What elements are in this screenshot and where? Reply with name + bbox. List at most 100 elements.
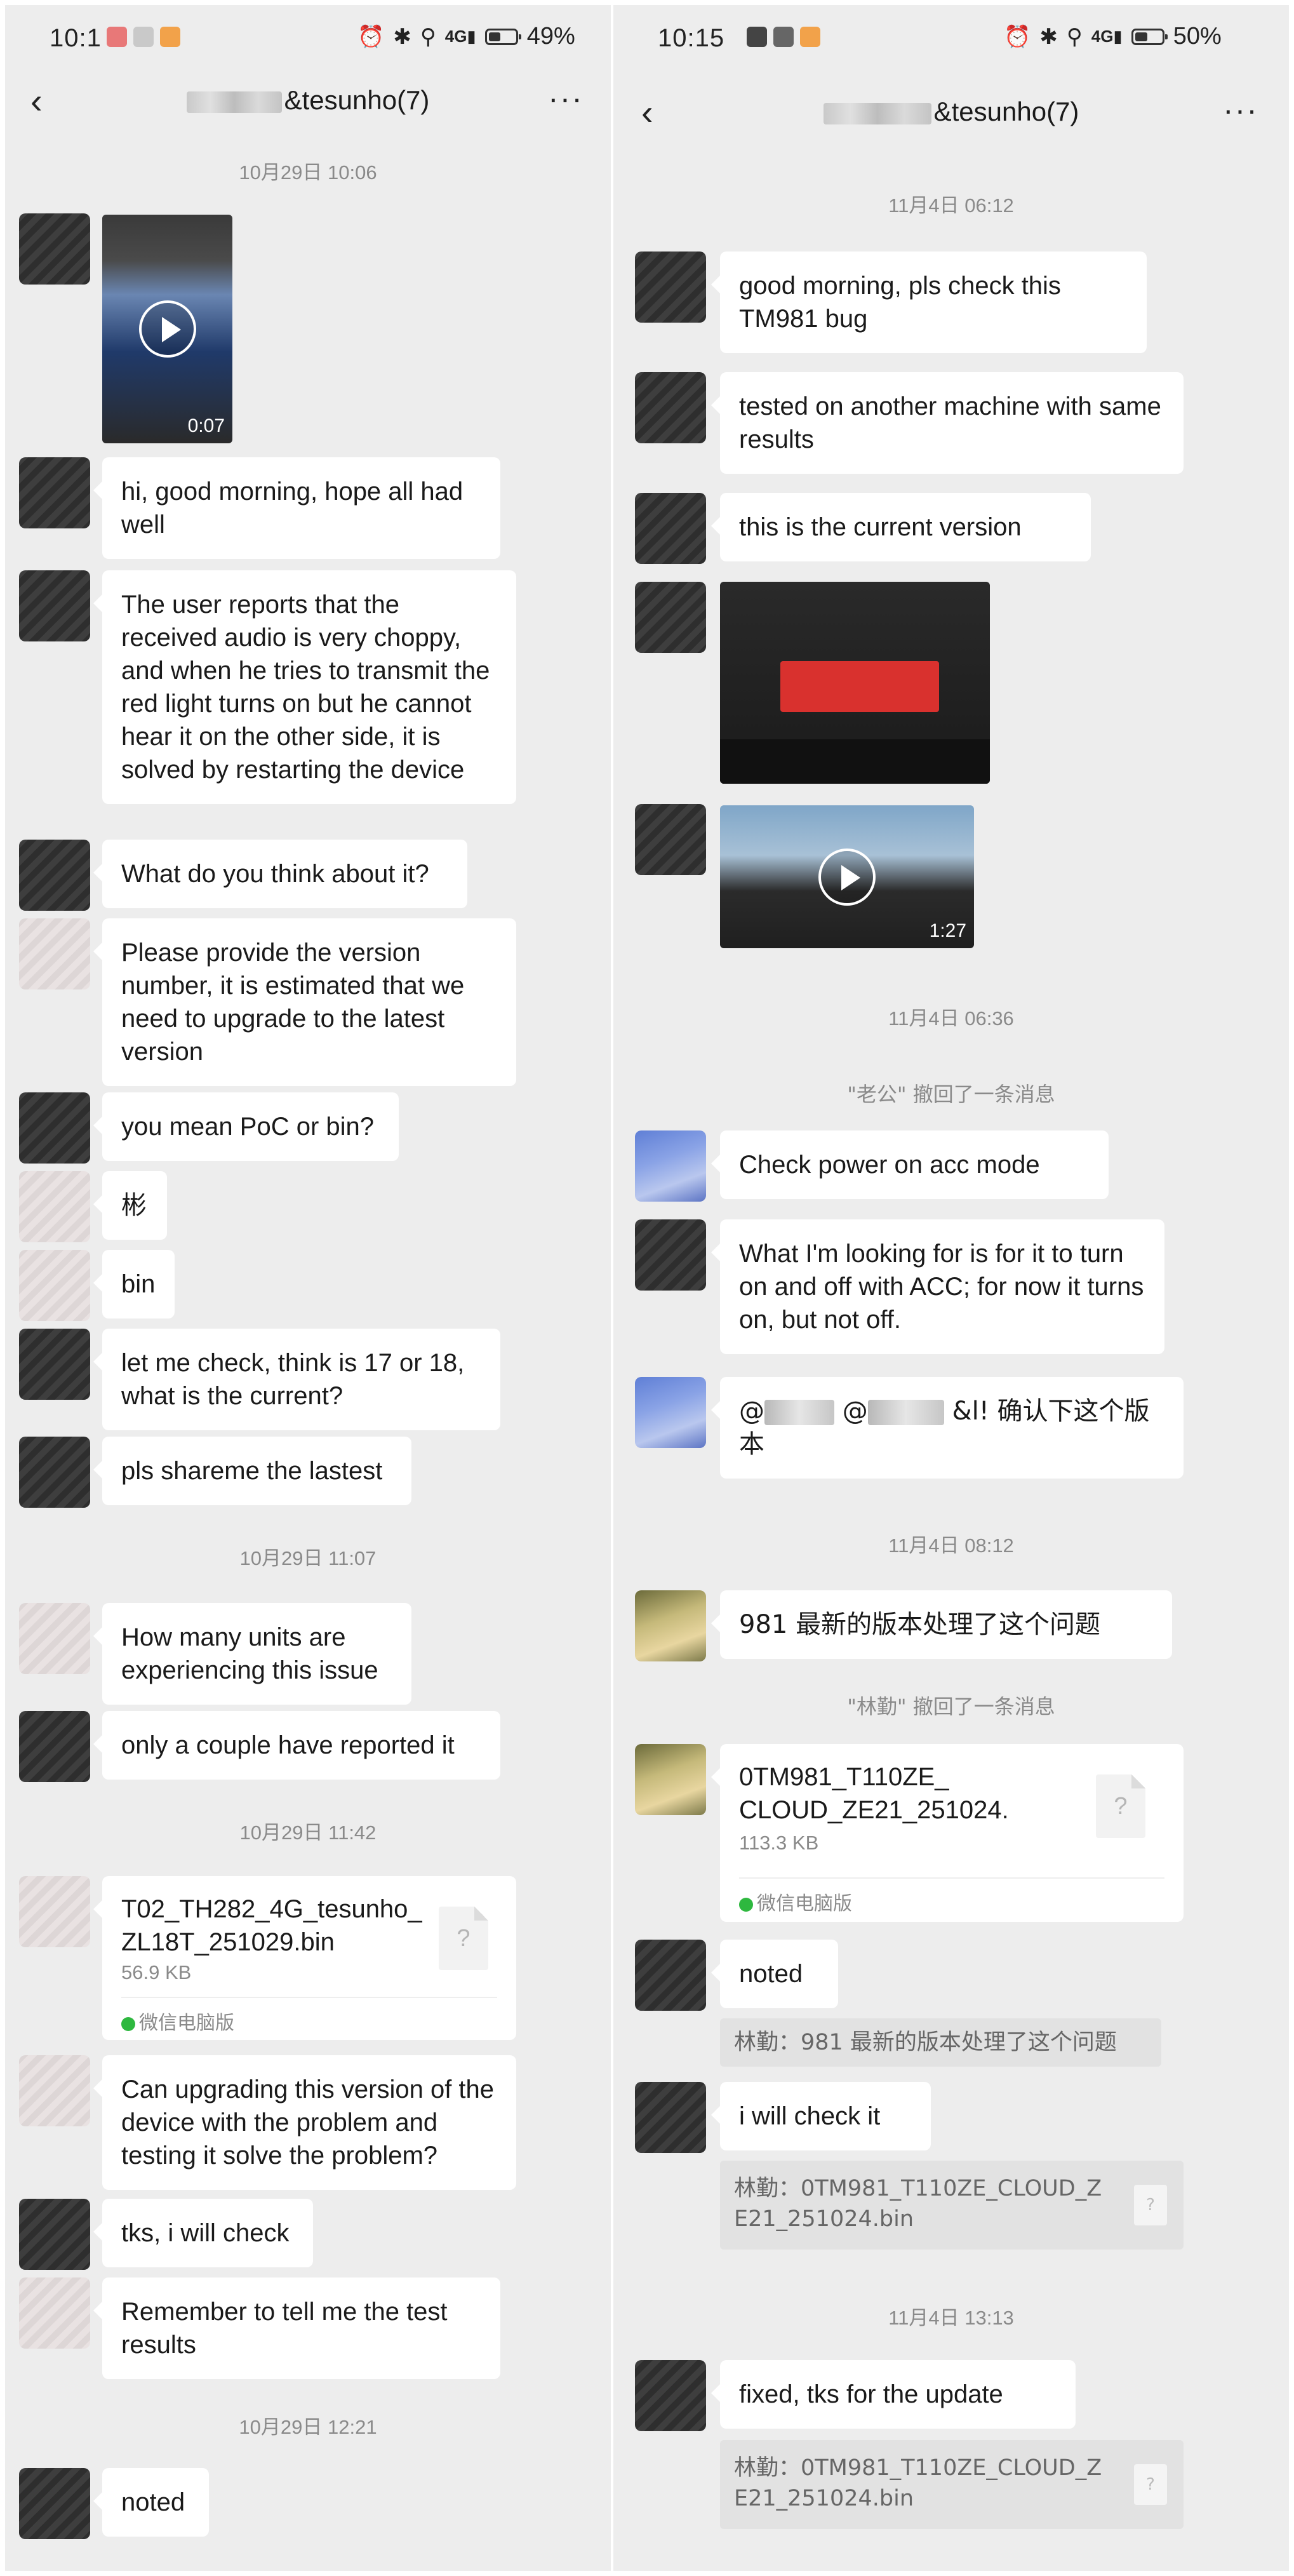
avatar[interactable] — [635, 1377, 706, 1448]
mention-at: @ — [842, 1397, 868, 1426]
file-name-line: 0TM981_T110ZE_ — [739, 1763, 949, 1791]
message-bubble[interactable]: 981 最新的版本处理了这个问题 — [711, 1590, 1172, 1659]
play-icon[interactable] — [818, 848, 876, 906]
message-bubble[interactable]: tested on another machine with same resu… — [711, 372, 1184, 474]
message-bubble[interactable]: bin — [93, 1250, 175, 1318]
avatar[interactable] — [19, 1329, 90, 1400]
chat-title-text: &tesunho(7) — [933, 97, 1079, 126]
timestamp: 11月4日 06:36 — [888, 1007, 1014, 1030]
timestamp: 11月4日 08:12 — [888, 1534, 1014, 1557]
avatar[interactable] — [19, 1711, 90, 1782]
avatar[interactable] — [635, 2082, 706, 2153]
message-bubble[interactable]: good morning, pls check this TM981 bug — [711, 252, 1147, 353]
message-bubble[interactable]: tks, i will check — [93, 2199, 313, 2267]
quote-line: 林勤：0TM981_T110ZE_CLOUD_Z — [734, 2455, 1102, 2481]
quoted-reply[interactable]: 林勤：0TM981_T110ZE_CLOUD_Z E21_251024.bin … — [720, 2161, 1184, 2250]
divider — [739, 1877, 1164, 1879]
message-bubble[interactable]: Please provide the version number, it is… — [93, 918, 516, 1086]
avatar[interactable] — [635, 1744, 706, 1815]
avatar[interactable] — [19, 570, 90, 641]
quoted-reply[interactable]: 林勤：0TM981_T110ZE_CLOUD_Z E21_251024.bin … — [720, 2440, 1184, 2529]
video-message[interactable]: 0:07 — [102, 215, 232, 443]
message-bubble[interactable]: i will check it — [711, 2082, 931, 2150]
notification-icon — [107, 27, 127, 47]
avatar[interactable] — [635, 493, 706, 564]
notification-icon — [160, 27, 180, 47]
radio-display — [780, 661, 939, 712]
avatar[interactable] — [635, 804, 706, 875]
avatar[interactable] — [19, 1437, 90, 1508]
more-dots-icon[interactable]: ··· — [548, 80, 584, 117]
avatar[interactable] — [19, 457, 90, 528]
avatar[interactable] — [635, 1130, 706, 1202]
avatar[interactable] — [19, 1092, 90, 1164]
avatar[interactable] — [19, 918, 90, 989]
message-bubble[interactable]: hi, good morning, hope all had well — [93, 457, 500, 559]
message-bubble[interactable]: fixed, tks for the update — [711, 2360, 1076, 2429]
more-dots-icon[interactable]: ··· — [1223, 91, 1258, 128]
timestamp: 10月29日 10:06 — [239, 161, 377, 184]
status-time: 10:15 — [658, 24, 725, 52]
avatar[interactable] — [19, 2055, 90, 2126]
message-bubble[interactable]: Check power on acc mode — [711, 1130, 1109, 1199]
mention-at: @ — [739, 1397, 764, 1426]
message-bubble[interactable]: @ @ &l! 确认下这个版本 — [711, 1377, 1184, 1479]
avatar[interactable] — [635, 372, 706, 443]
notification-icon — [800, 27, 820, 47]
message-bubble[interactable]: you mean PoC or bin? — [93, 1092, 399, 1161]
file-unknown-icon: ? — [439, 1907, 488, 1970]
avatar[interactable] — [19, 1171, 90, 1242]
chat-title: &tesunho(7) — [5, 85, 611, 116]
chat-title-text: &tesunho(7) — [284, 85, 430, 115]
avatar[interactable] — [19, 2199, 90, 2270]
file-size: 113.3 KB — [739, 1832, 819, 1854]
message-bubble[interactable]: this is the current version — [711, 493, 1091, 561]
message-bubble[interactable]: Remember to tell me the test results — [93, 2277, 500, 2379]
avatar[interactable] — [19, 213, 90, 285]
message-bubble[interactable]: What I'm looking for is for it to turn o… — [711, 1219, 1164, 1354]
divider — [121, 1997, 497, 1998]
avatar[interactable] — [635, 2360, 706, 2431]
quoted-reply[interactable]: 林勤：981 最新的版本处理了这个问题 — [720, 2018, 1161, 2067]
blurred-name — [186, 91, 282, 113]
blurred-mention — [764, 1400, 834, 1425]
avatar[interactable] — [19, 1876, 90, 1947]
recall-notice: "林勤" 撤回了一条消息 — [847, 1694, 1055, 1719]
file-source: 微信电脑版 — [121, 2007, 234, 2035]
message-bubble[interactable]: pls shareme the lastest — [93, 1437, 411, 1505]
avatar[interactable] — [635, 1590, 706, 1661]
message-bubble[interactable]: How many units are experiencing this iss… — [93, 1603, 411, 1705]
quote-line: 林勤：0TM981_T110ZE_CLOUD_Z — [734, 2176, 1102, 2201]
message-bubble[interactable]: noted — [711, 1940, 838, 2008]
status-right-icons: ⏰ ✱ ⚲ 4G▮ 49% — [357, 23, 575, 50]
file-message[interactable]: 0TM981_T110ZE_ CLOUD_ZE21_251024. 113.3 … — [711, 1744, 1184, 1922]
quote-line: E21_251024.bin — [734, 2206, 914, 2232]
avatar[interactable] — [19, 1250, 90, 1321]
blurred-mention — [867, 1400, 944, 1425]
avatar[interactable] — [19, 840, 90, 911]
avatar[interactable] — [635, 582, 706, 653]
message-bubble[interactable]: only a couple have reported it — [93, 1711, 500, 1780]
message-bubble[interactable]: let me check, think is 17 or 18, what is… — [93, 1329, 500, 1430]
avatar[interactable] — [19, 2468, 90, 2539]
bluetooth-icon: ✱ — [393, 24, 411, 49]
avatar[interactable] — [19, 1603, 90, 1674]
message-bubble[interactable]: noted — [93, 2468, 209, 2537]
play-icon[interactable] — [138, 300, 196, 358]
file-name-line: T02_TH282_4G_tesunho_ — [121, 1895, 422, 1923]
avatar[interactable] — [19, 2277, 90, 2349]
avatar[interactable] — [635, 252, 706, 323]
file-source-text: 微信电脑版 — [757, 1893, 852, 1915]
avatar[interactable] — [635, 1940, 706, 2011]
file-message[interactable]: T02_TH282_4G_tesunho_ ZL18T_251029.bin 5… — [93, 1876, 516, 2040]
message-bubble[interactable]: 彬 — [93, 1171, 167, 1240]
message-bubble[interactable]: The user reports that the received audio… — [93, 570, 516, 804]
avatar[interactable] — [635, 1219, 706, 1291]
chat-title: &tesunho(7) — [613, 97, 1289, 127]
message-bubble[interactable]: What do you think about it? — [93, 840, 467, 908]
video-message[interactable]: 1:27 — [720, 805, 974, 948]
image-message[interactable] — [720, 582, 990, 784]
message-bubble[interactable]: Can upgrading this version of the device… — [93, 2055, 516, 2190]
file-size: 56.9 KB — [121, 1961, 192, 1983]
left-chat-screen: 10:1 ⏰ ✱ ⚲ 4G▮ 49% ‹ &tesunho(7) ··· 10月… — [5, 5, 611, 2571]
